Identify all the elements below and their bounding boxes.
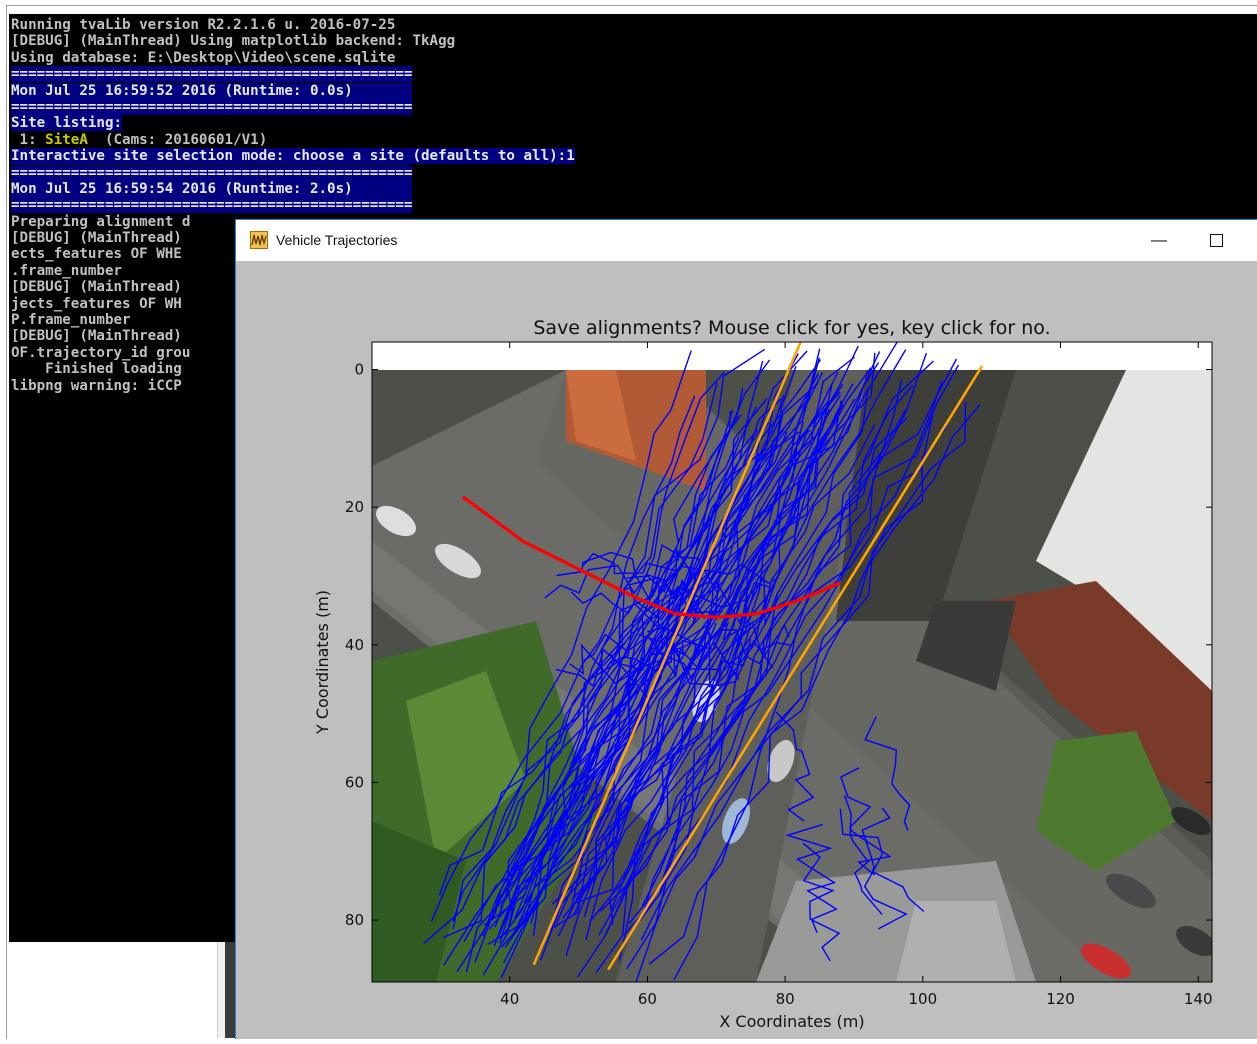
- console-line-text: Site listing:: [11, 115, 123, 132]
- console-line-text: OF.trajectory_id grou: [11, 344, 191, 361]
- trajectory-plot[interactable]: Save alignments? Mouse click for yes, ke…: [236, 261, 1257, 1039]
- console-line-text: ========================================…: [11, 98, 413, 115]
- minimize-icon[interactable]: —: [1142, 226, 1176, 256]
- figure-canvas[interactable]: Save alignments? Mouse click for yes, ke…: [236, 261, 1257, 1039]
- x-axis-label: X Coordinates (m): [719, 1012, 864, 1031]
- console-line-text: libpng warning: iCCP: [11, 377, 182, 394]
- console-line-text: [DEBUG] (MainThread): [11, 279, 182, 296]
- console-line: Site listing:: [11, 115, 575, 132]
- console-line: 1: SiteA (Cams: 20160601/V1): [11, 132, 575, 148]
- console-line-text: Running tvaLib version R2.2.1.6 u. 2016-…: [11, 17, 396, 33]
- window-title: Vehicle Trajectories: [276, 232, 398, 248]
- console-line-text: ects_features OF WHE: [11, 246, 182, 263]
- console-line: [DEBUG] (MainThread) Using matplotlib ba…: [11, 33, 575, 49]
- console-line: Running tvaLib version R2.2.1.6 u. 2016-…: [11, 17, 575, 33]
- console-below-area: [9, 942, 217, 1038]
- x-tick-label: 100: [908, 990, 937, 1008]
- y-axis-label: Y Coordinates (m): [313, 590, 332, 735]
- y-tick-label: 40: [345, 636, 364, 654]
- console-line-text: Finished loading: [11, 361, 182, 378]
- console-line: ========================================…: [11, 164, 575, 181]
- chart-title: Save alignments? Mouse click for yes, ke…: [533, 317, 1050, 339]
- x-tick-label: 80: [776, 990, 795, 1008]
- maximize-square: [1210, 234, 1223, 247]
- console-line-text: .frame_number: [11, 262, 123, 279]
- console-line: Mon Jul 25 16:59:52 2016 (Runtime: 0.0s): [11, 82, 575, 99]
- console-line-text: [DEBUG] (MainThread): [11, 230, 182, 247]
- console-line: Mon Jul 25 16:59:54 2016 (Runtime: 2.0s): [11, 180, 575, 197]
- console-line-text: Interactive site selection mode: choose …: [11, 148, 575, 165]
- console-line-text: [DEBUG] (MainThread) Using matplotlib ba…: [11, 33, 456, 50]
- site-name: SiteA: [45, 131, 88, 148]
- console-line: Using database: E:\Desktop\Video\scene.s…: [11, 50, 575, 66]
- console-line-text: Mon Jul 25 16:59:52 2016 (Runtime: 0.0s): [11, 82, 413, 99]
- y-tick-label: 60: [345, 773, 364, 791]
- console-line-text: [DEBUG] (MainThread): [11, 328, 182, 345]
- console-line-text: Using database: E:\Desktop\Video\scene.s…: [11, 49, 396, 66]
- y-tick-label: 20: [345, 498, 364, 516]
- title-bar[interactable]: Vehicle Trajectories —: [236, 220, 1257, 261]
- maximize-icon[interactable]: [1200, 226, 1234, 256]
- x-tick-label: 60: [638, 990, 657, 1008]
- x-tick-label: 140: [1184, 990, 1213, 1008]
- y-tick-label: 80: [345, 911, 364, 929]
- matplotlib-icon: [250, 231, 268, 249]
- y-tick-label: 0: [354, 361, 364, 379]
- console-line: Interactive site selection mode: choose …: [11, 148, 575, 165]
- console-line: ========================================…: [11, 66, 575, 83]
- console-line-text: ========================================…: [11, 197, 413, 214]
- console-line: ========================================…: [11, 98, 575, 115]
- window-edge: [225, 942, 235, 1038]
- console-line-text: P.frame_number: [11, 312, 131, 329]
- console-line-text: ========================================…: [11, 66, 413, 83]
- x-tick-label: 40: [500, 990, 519, 1008]
- x-tick-label: 120: [1046, 990, 1075, 1008]
- console-line: ========================================…: [11, 197, 575, 214]
- figure-window[interactable]: Vehicle Trajectories — Save alignments? …: [235, 219, 1257, 1039]
- console-line-text: jects_features OF WH: [11, 295, 182, 312]
- console-line-text: ========================================…: [11, 164, 413, 181]
- console-line-text: Preparing alignment d: [11, 213, 191, 230]
- console-line-text: Mon Jul 25 16:59:54 2016 (Runtime: 2.0s): [11, 180, 413, 197]
- console-line-text: 1: SiteA (Cams: 20160601/V1): [11, 131, 268, 148]
